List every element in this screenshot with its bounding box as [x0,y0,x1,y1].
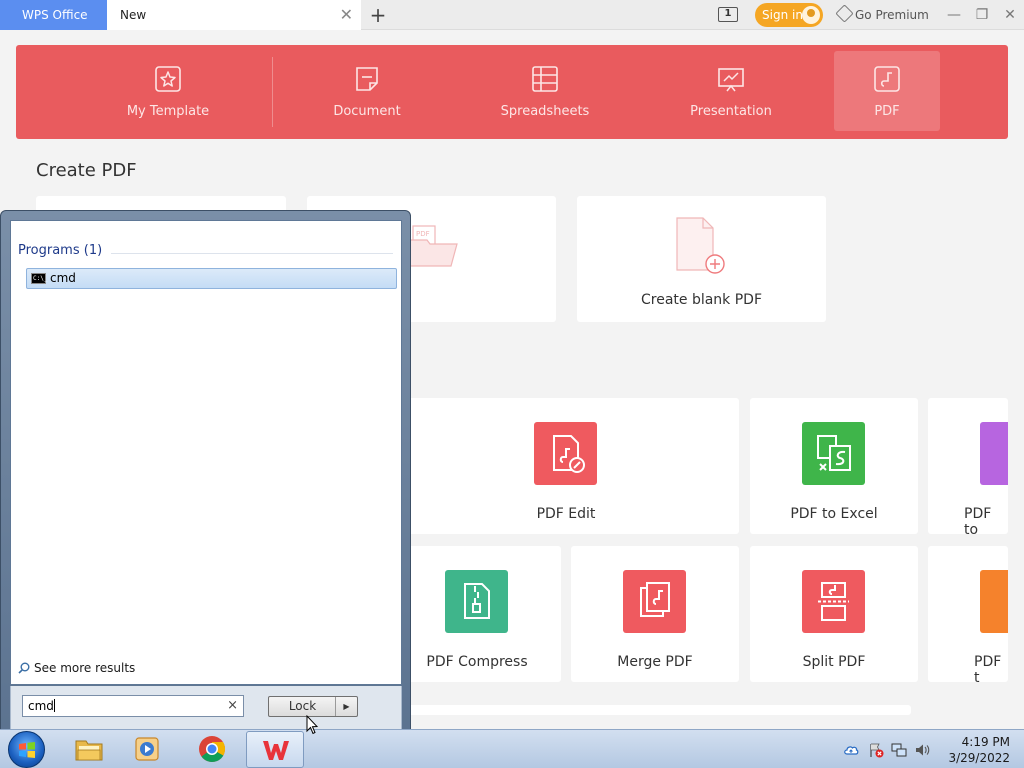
tab-new[interactable]: New ✕ [107,0,361,30]
category-document[interactable]: Document [312,51,422,131]
taskbar-wps-office[interactable] [246,731,304,768]
merge-pdf-label: Merge PDF [617,654,693,670]
avatar-icon [802,6,820,24]
power-options-arrow-icon[interactable]: ▶ [335,697,357,716]
sign-in-label: Sign in [762,8,803,22]
split-pdf-icon [802,570,865,633]
search-value: cmd [28,699,54,713]
network-icon[interactable] [891,742,907,758]
taskbar-file-explorer[interactable] [60,731,118,768]
star-icon [155,66,181,92]
result-cmd-label: cmd [50,271,76,285]
system-clock[interactable]: 4:19 PM 3/29/2022 [940,734,1010,766]
category-presentation[interactable]: Presentation [672,51,790,131]
taskbar-media-player[interactable] [118,731,176,768]
category-label: Spreadsheets [500,104,590,119]
category-spreadsheets[interactable]: Spreadsheets [484,51,606,131]
pdf-to-excel-label: PDF to Excel [790,506,878,522]
pdf-compress-icon [445,570,508,633]
pdf-to-card[interactable]: PDF to [928,398,1008,538]
windows-logo-icon [19,742,35,758]
pdf-to-excel-card[interactable]: PDF to Excel [750,398,918,534]
category-label: Presentation [690,104,772,119]
premium-diamond-icon [835,4,854,23]
clear-search-icon[interactable]: × [227,696,238,716]
programs-heading: Programs (1) [18,243,103,258]
pdf-to-label: PDF to [964,506,992,538]
category-label: Document [333,104,401,119]
command-prompt-icon: C:\_ [31,273,48,284]
start-menu-bottom: cmd × Lock ▶ [10,686,402,730]
start-menu: Programs (1) C:\_ cmd See more results c… [0,210,411,730]
presentation-icon [718,68,744,92]
go-premium-button[interactable]: Go Premium [835,0,929,30]
folder-pdf-icon: PDF [408,225,458,267]
spreadsheet-icon [532,66,558,92]
section-title: Create PDF [36,160,137,181]
pdf-icon [874,66,900,92]
window-layout-icon[interactable]: 1 [718,7,738,22]
divider [272,57,273,127]
start-button[interactable] [8,731,45,768]
pdf-compress-card[interactable]: PDF Compress [393,546,561,682]
clock-date: 3/29/2022 [948,751,1010,765]
pdf-to-excel-icon [802,422,865,485]
lock-button[interactable]: Lock ▶ [268,696,358,717]
clock-time: 4:19 PM [961,735,1010,749]
pdf-to-icon [980,570,1008,633]
cloud-icon[interactable] [843,742,859,758]
split-pdf-label: Split PDF [802,654,866,670]
media-player-icon [135,737,159,761]
pdf-compress-label: PDF Compress [426,654,528,670]
tab-new-label: New [120,8,147,22]
pdf-to-card-2[interactable]: PDF t [928,546,1008,686]
pdf-to-label: PDF t [974,654,1002,686]
see-more-results-label: See more results [34,661,136,675]
volume-icon[interactable] [914,742,930,758]
file-explorer-icon [75,740,103,761]
wps-office-icon [263,741,289,760]
category-pdf[interactable]: PDF [834,51,940,131]
category-label: PDF [874,104,900,119]
text-caret [53,699,55,712]
start-menu-results: Programs (1) C:\_ cmd See more results [10,220,402,685]
merge-pdf-card[interactable]: Merge PDF [571,546,739,682]
merge-pdf-icon [623,570,686,633]
magnifier-icon [18,662,30,674]
taskbar-chrome[interactable] [183,731,241,768]
result-cmd[interactable]: C:\_ cmd [26,268,397,289]
scroll-edge-card [393,705,911,715]
create-blank-pdf-label: Create blank PDF [640,292,763,308]
category-banner: My Template Document Spreadsheets Presen… [16,45,1008,139]
title-bar: WPS Office New ✕ + 1 Sign in Go Premium … [0,0,1024,30]
chrome-icon [199,736,226,762]
pdf-edit-icon [534,422,597,485]
action-center-flag-icon[interactable] [868,742,884,758]
svg-text:PDF: PDF [416,230,430,238]
new-tab-button[interactable]: + [367,2,389,28]
lock-label: Lock [288,699,317,713]
pdf-to-icon [980,422,1008,485]
tab-wps-office[interactable]: WPS Office [0,0,107,30]
close-window-icon[interactable]: ✕ [997,0,1023,30]
go-premium-label: Go Premium [855,8,929,22]
document-icon [356,67,378,91]
create-blank-pdf-card[interactable]: Create blank PDF [577,196,826,322]
minimize-icon[interactable]: — [941,0,967,30]
category-my-template[interactable]: My Template [98,51,238,131]
divider [111,253,393,254]
category-label: My Template [126,104,210,119]
mouse-cursor-icon [306,715,318,735]
start-search-input[interactable]: cmd × [22,695,244,717]
pdf-edit-label: PDF Edit [536,506,596,522]
taskbar: 4:19 PM 3/29/2022 [0,729,1024,768]
close-tab-icon[interactable]: ✕ [340,0,353,30]
sign-in-button[interactable]: Sign in [755,3,823,27]
blank-pdf-icon [676,217,725,274]
restore-icon[interactable]: ❐ [969,0,995,30]
see-more-results-link[interactable]: See more results [18,661,135,675]
pdf-edit-card[interactable]: PDF Edit [393,398,739,534]
split-pdf-card[interactable]: Split PDF [750,546,918,682]
